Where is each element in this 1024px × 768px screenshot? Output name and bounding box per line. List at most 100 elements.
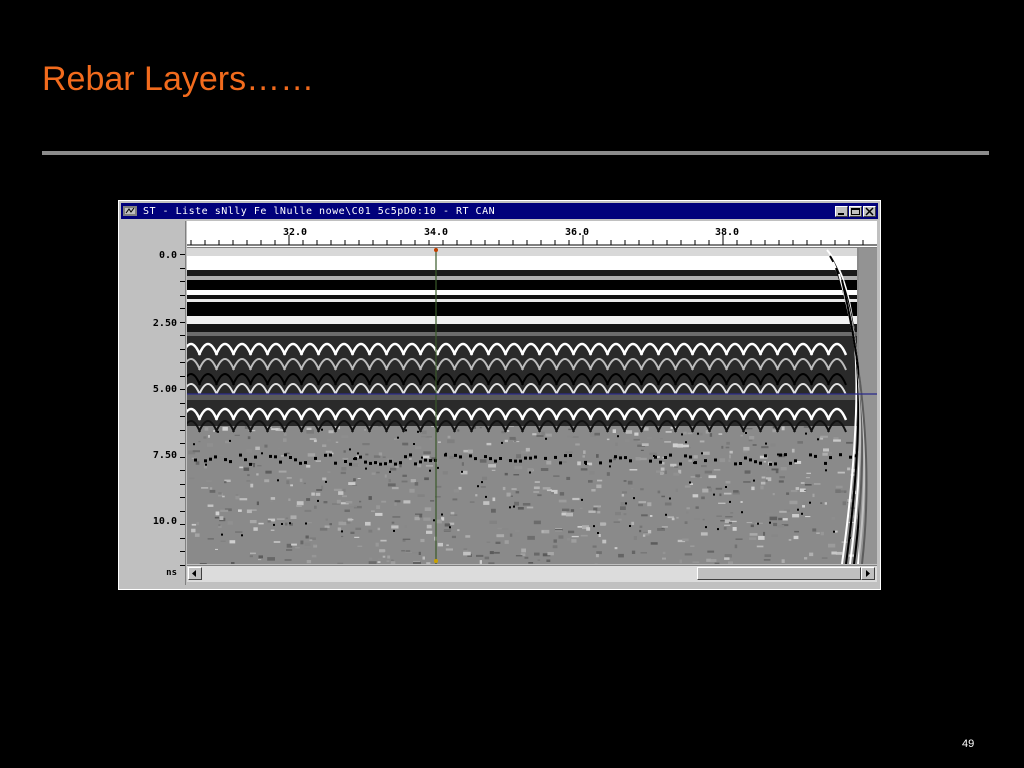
noise-speck — [745, 428, 753, 430]
noise-speck — [527, 535, 535, 540]
noise-speck — [760, 481, 766, 485]
noise-speck — [246, 509, 252, 514]
scroll-right-button[interactable] — [861, 567, 875, 580]
noise-speck — [286, 480, 290, 485]
noise-speck — [208, 435, 210, 438]
noise-speck — [402, 474, 407, 477]
noise-speck — [514, 466, 523, 470]
noise-speck — [377, 527, 381, 531]
radargram-plot[interactable] — [187, 248, 877, 564]
reflection-band — [187, 299, 857, 302]
noise-speck — [341, 535, 344, 538]
noise-speck — [321, 428, 323, 431]
noise-speck — [725, 516, 733, 518]
maximize-button[interactable] — [849, 205, 862, 217]
noise-speck — [463, 551, 471, 556]
noise-speck — [533, 486, 540, 490]
noise-speck — [349, 448, 351, 451]
minimize-icon — [838, 212, 844, 215]
radar-viewer-window[interactable]: ST - Liste sNlly Fe lNulle nowe\C01 5c5p… — [118, 200, 881, 590]
noise-speck — [344, 460, 347, 463]
noise-speck — [675, 488, 678, 492]
window-titlebar[interactable]: ST - Liste sNlly Fe lNulle nowe\C01 5c5p… — [121, 203, 878, 219]
noise-speck — [430, 500, 435, 502]
radar-app-icon[interactable] — [123, 205, 137, 217]
noise-speck — [253, 527, 258, 531]
noise-speck — [629, 525, 631, 527]
noise-speck — [422, 556, 425, 560]
noise-speck — [779, 453, 782, 457]
noise-speck — [771, 468, 779, 471]
noise-speck — [629, 459, 632, 463]
noise-speck — [324, 525, 330, 528]
noise-speck — [763, 559, 771, 561]
noise-speck — [449, 526, 451, 529]
noise-speck — [382, 555, 386, 558]
noise-speck — [306, 498, 311, 501]
noise-speck — [514, 530, 520, 533]
noise-speck — [447, 439, 455, 444]
noise-speck — [716, 515, 722, 517]
noise-speck — [760, 485, 764, 490]
noise-speck — [581, 498, 583, 501]
noise-speck — [504, 540, 509, 544]
noise-speck — [359, 500, 362, 503]
noise-speck — [684, 454, 687, 458]
reflection-band — [187, 256, 857, 270]
scroll-left-button[interactable] — [188, 567, 202, 580]
scroll-thumb[interactable] — [697, 567, 861, 580]
noise-speck — [614, 511, 622, 516]
noise-speck — [224, 481, 227, 484]
minimize-button[interactable] — [835, 205, 848, 217]
noise-speck — [256, 501, 259, 506]
noise-speck — [278, 470, 287, 473]
noise-speck — [264, 444, 268, 448]
noise-speck — [241, 534, 243, 537]
noise-speck — [621, 493, 625, 497]
noise-speck — [728, 561, 733, 564]
noise-speck — [421, 430, 427, 435]
noise-speck — [640, 552, 647, 554]
x-tick-label: 36.0 — [564, 227, 590, 238]
noise-speck — [424, 507, 432, 511]
noise-speck — [669, 497, 671, 500]
noise-speck — [710, 559, 717, 563]
noise-speck — [474, 457, 477, 461]
noise-speck — [842, 501, 846, 506]
noise-speck — [249, 462, 252, 466]
noise-speck — [329, 453, 332, 457]
noise-speck — [375, 542, 379, 547]
y-minor-tick — [180, 470, 185, 471]
noise-speck — [839, 453, 842, 457]
noise-speck — [274, 455, 277, 459]
noise-speck — [501, 441, 503, 444]
noise-speck — [591, 489, 596, 492]
noise-speck — [640, 449, 644, 451]
noise-speck — [741, 511, 743, 514]
noise-speck — [386, 463, 393, 466]
noise-speck — [662, 551, 666, 555]
y-minor-tick — [180, 362, 185, 363]
noise-speck — [260, 477, 263, 481]
noise-speck — [341, 530, 343, 533]
noise-speck — [465, 535, 471, 538]
noise-speck — [234, 434, 240, 436]
noise-speck — [205, 463, 207, 466]
horizontal-scrollbar[interactable] — [187, 565, 877, 582]
noise-speck — [244, 458, 247, 462]
noise-speck — [229, 439, 231, 442]
noise-speck — [522, 503, 531, 506]
noise-speck — [482, 476, 488, 481]
noise-speck — [750, 524, 754, 528]
noise-speck — [769, 462, 772, 466]
noise-speck — [191, 523, 197, 526]
noise-speck — [773, 522, 778, 527]
noise-speck — [756, 545, 764, 548]
noise-speck — [391, 559, 394, 561]
close-button[interactable] — [863, 205, 876, 217]
y-minor-tick — [180, 402, 185, 404]
noise-speck — [661, 495, 665, 498]
noise-speck — [484, 556, 490, 560]
noise-speck — [641, 514, 648, 517]
noise-speck — [254, 455, 257, 459]
